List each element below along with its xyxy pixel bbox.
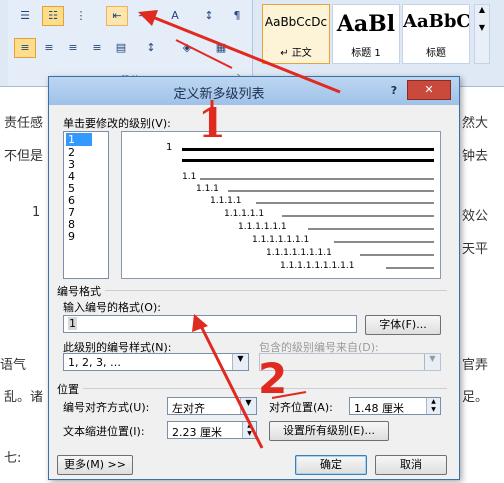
annotation-overlay [138,10,341,449]
annotation-arrowhead-2 [192,314,208,332]
annotation-step-1: 1 [198,100,226,147]
annotation-step-2: 2 [258,354,288,403]
annotation-arrowhead-1 [138,10,158,26]
annotation-arrow-1 [149,14,341,94]
annotation-arrow-2 [198,323,264,449]
